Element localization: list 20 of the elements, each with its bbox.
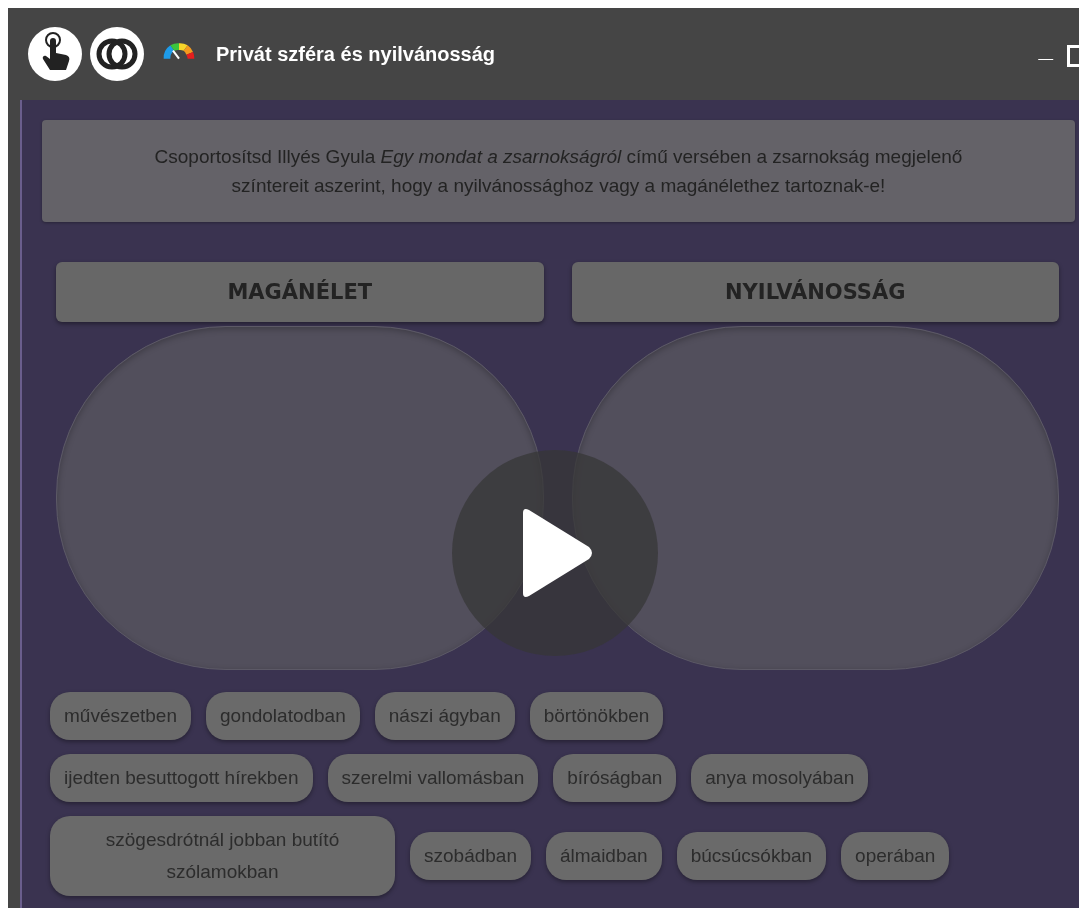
answer-chip[interactable]: operában [841,832,950,880]
pointing-hand-icon[interactable] [28,27,82,81]
answer-chip[interactable]: börtönökben [529,692,664,740]
answer-chip[interactable]: álmaidban [545,832,662,880]
instruction-text: Csoportosítsd Illyés Gyula Egy mondat a zsarnokságról című versében a zsarnokság megjelenő színtereit aszerint, hogy a nyilvánossághoz vagy a magánélethez tartoznak-e! [42,120,1075,222]
answer-chip[interactable]: ijedten besuttogott hírekben [50,754,313,802]
minimize-button[interactable]: _ [1032,32,1059,64]
answer-chip[interactable]: anya mosolyában [691,754,869,802]
answer-chip[interactable]: művészetben [50,692,191,740]
category-header: NYILVÁNOSSÁG [571,262,1059,322]
answer-chip[interactable]: búcsúcsókban [676,832,827,880]
overlapping-circles-icon[interactable] [90,27,144,81]
category-header: MAGÁNÉLET [56,262,544,322]
answer-chip[interactable]: bíróságban [553,754,677,802]
answer-chip[interactable]: gondolatodban [206,692,360,740]
answer-chip[interactable]: szerelmi vallomásban [327,754,539,802]
answer-chip[interactable]: nászi ágyban [374,692,515,740]
window-title: Privát szféra és nyilvánosság [216,42,497,66]
answer-chip[interactable]: szögesdrótnál jobban butító szólamokban [50,816,395,896]
answer-chip[interactable]: szobádban [410,832,531,880]
